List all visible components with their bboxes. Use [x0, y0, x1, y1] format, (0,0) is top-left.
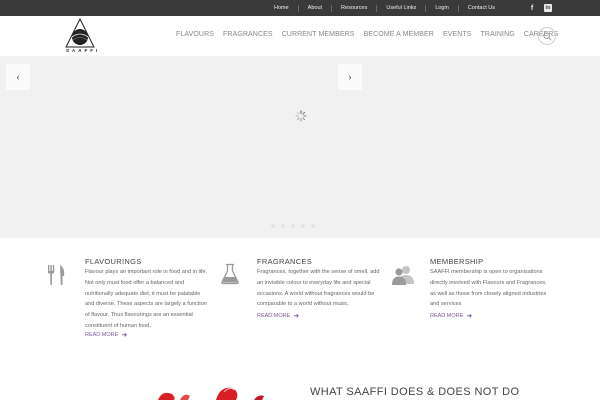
spinner-icon: [295, 110, 307, 122]
text-line: occasions. A world without fragrances wo…: [257, 290, 375, 297]
slider-dot[interactable]: [281, 224, 285, 228]
cutlery-icon: [48, 265, 65, 285]
text-line: Not only must food offer a balanced and: [85, 279, 185, 286]
nav-events[interactable]: EVENTS: [443, 31, 472, 38]
text-line: of flavour. Thus flavourings are an esse…: [85, 312, 193, 319]
arrow-right-icon: ➜: [466, 313, 473, 320]
slider-next-button[interactable]: ›: [338, 64, 362, 90]
top-link-home[interactable]: Home: [265, 5, 298, 12]
chevron-left-icon: ‹: [16, 72, 20, 82]
decorative-ribbon-image: [158, 387, 264, 400]
text-line: an invisible colour to everyday life and…: [257, 279, 371, 286]
nav-become-a-member[interactable]: BECOME A MEMBER: [364, 31, 434, 38]
search-icon: [543, 32, 552, 41]
top-link-resources[interactable]: Resources: [331, 4, 376, 12]
feature-title-membership: MEMBERSHIP: [430, 257, 484, 266]
logo-wordmark: SAAFFI: [66, 48, 101, 53]
text-line: Fragrances, together with the sense of s…: [257, 269, 380, 275]
site-header: SAAFFI FLAVOURS FRAGRANCES CURRENT MEMBE…: [0, 16, 600, 56]
slider-prev-button[interactable]: ‹: [6, 64, 30, 90]
slider-dots: [268, 224, 318, 228]
nav-flavours[interactable]: FLAVOURS: [176, 31, 214, 38]
top-link-about[interactable]: About: [297, 4, 331, 12]
nav-training[interactable]: TRAINING: [481, 31, 515, 38]
top-links: Home About Resources Useful Links Login …: [265, 0, 504, 16]
feature-title-fragrances: FRAGRANCES: [257, 257, 313, 266]
text-line: and services: [430, 301, 462, 308]
nav-fragrances[interactable]: FRAGRANCES: [223, 31, 273, 38]
arrow-right-icon: ➜: [293, 313, 300, 320]
slider-dot[interactable]: [311, 224, 315, 228]
read-more-fragrances[interactable]: READ MORE ➜: [257, 312, 299, 320]
top-link-login[interactable]: Login: [425, 4, 457, 12]
read-more-label: READ MORE: [85, 332, 119, 338]
nav-current-members[interactable]: CURRENT MEMBERS: [282, 31, 355, 38]
search-button[interactable]: [538, 27, 556, 45]
text-line: directly involved with Flavours and Frag…: [430, 279, 547, 286]
feature-title-flavourings: FLAVOURINGS: [85, 257, 142, 266]
arrow-right-icon: ➜: [121, 332, 128, 339]
top-bar: Home About Resources Useful Links Login …: [0, 0, 600, 16]
text-line: as well as those from closely aligned in…: [430, 290, 547, 297]
text-line: SAAFFI membership is open to organisatio…: [430, 269, 543, 275]
feature-text-flavourings: Flavour plays an important role in food …: [85, 267, 225, 332]
slider-dot[interactable]: [291, 224, 295, 228]
linkedin-icon[interactable]: in: [544, 4, 552, 12]
slider-dot[interactable]: [301, 224, 305, 228]
facebook-icon[interactable]: f: [527, 3, 537, 13]
main-nav: FLAVOURS FRAGRANCES CURRENT MEMBERS BECO…: [176, 31, 567, 38]
hero-slider: [0, 56, 600, 238]
chevron-right-icon: ›: [348, 72, 352, 82]
slider-dot[interactable]: [271, 224, 275, 228]
read-more-label: READ MORE: [257, 313, 291, 319]
flask-icon: [221, 263, 239, 285]
text-line: and diverse. These aspects are largely a…: [85, 301, 207, 308]
feature-text-fragrances: Fragrances, together with the sense of s…: [257, 267, 397, 310]
users-icon: [392, 266, 414, 285]
text-line: Flavour plays an important role in food …: [85, 269, 208, 275]
section-title: WHAT SAAFFI DOES & DOES NOT DO: [310, 386, 520, 398]
text-line: comparable to a world without music.: [257, 301, 350, 308]
read-more-membership[interactable]: READ MORE ➜: [430, 312, 472, 320]
read-more-flavourings[interactable]: READ MORE ➜: [85, 331, 127, 339]
top-link-useful-links[interactable]: Useful Links: [376, 4, 425, 12]
feature-text-membership: SAAFFI membership is open to organisatio…: [430, 267, 570, 310]
read-more-label: READ MORE: [430, 313, 464, 319]
top-link-contact-us[interactable]: Contact Us: [457, 4, 504, 12]
text-line: nutritionally adequate diet, it must be …: [85, 290, 201, 297]
